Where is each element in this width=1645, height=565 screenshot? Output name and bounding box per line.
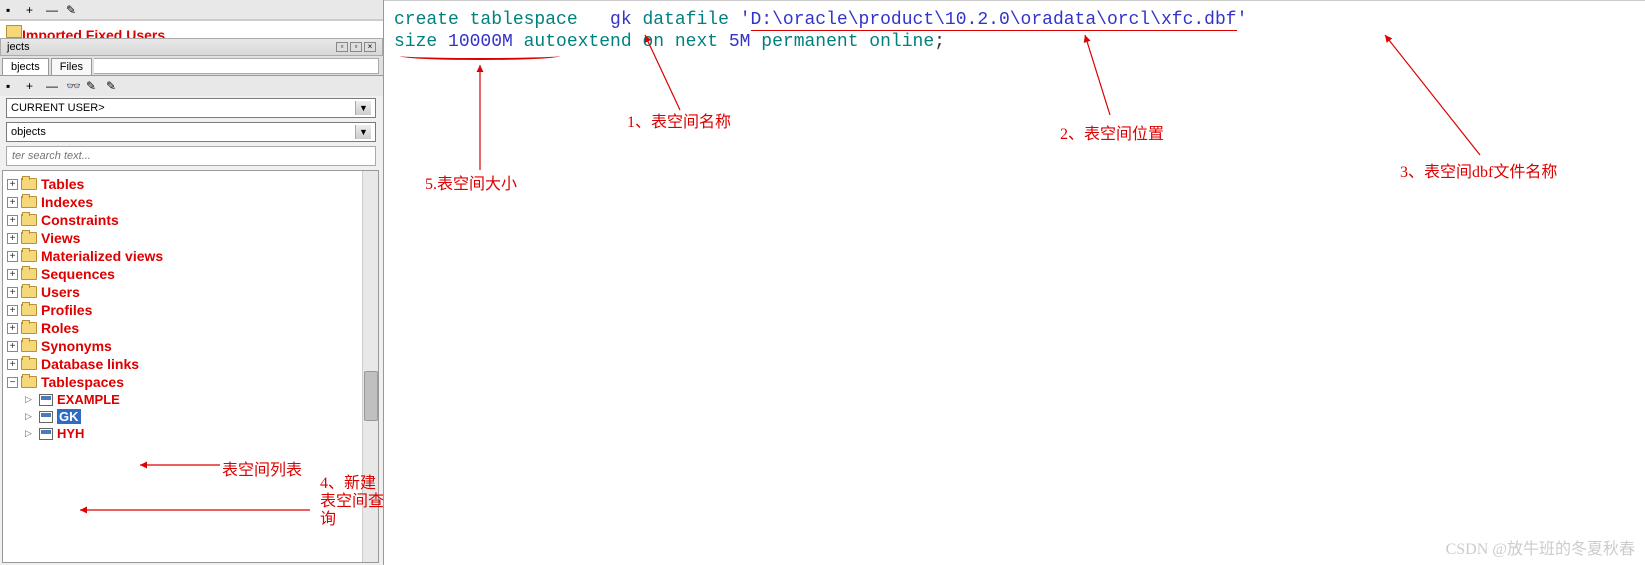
- toolbar-btn-4[interactable]: ✎: [66, 3, 80, 17]
- tree-item-gk[interactable]: ▷GK: [5, 408, 376, 425]
- search-input[interactable]: [6, 146, 376, 166]
- panel-pin-icon[interactable]: ▫: [336, 42, 348, 52]
- folder-icon: [21, 268, 37, 280]
- folder-icon: [21, 376, 37, 388]
- tab-files[interactable]: Files: [51, 58, 92, 75]
- sidebar-tabs: bjects Files: [0, 56, 383, 76]
- sidebar-panel: ▪ + — ✎ Imported Fixed Users jects ▫ ▫ ×…: [0, 0, 384, 565]
- sql-line-1: create tablespace gk datafile 'D:\oracle…: [394, 9, 1635, 31]
- tb2-btn-plus[interactable]: +: [26, 79, 40, 93]
- toolbar-btn-plus[interactable]: +: [26, 3, 40, 17]
- user-dropdown-value: CURRENT USER>: [11, 102, 105, 114]
- tree-item-matviews[interactable]: +Materialized views: [5, 247, 376, 265]
- panel-dock-icon[interactable]: ▫: [350, 42, 362, 52]
- tb2-btn-minus[interactable]: —: [46, 79, 60, 93]
- tree-item-profiles[interactable]: +Profiles: [5, 301, 376, 319]
- tree-item-hyh[interactable]: ▷HYH: [5, 425, 376, 442]
- tree-item-indexes[interactable]: +Indexes: [5, 193, 376, 211]
- sql-line-2: size 10000M autoextend on next 5M perman…: [394, 31, 1635, 53]
- tab-objects[interactable]: bjects: [2, 58, 49, 75]
- folder-icon: [21, 196, 37, 208]
- objects-toolbar: ▪ + — 👓 ✎ ✎: [0, 76, 383, 96]
- tb2-btn-6[interactable]: ✎: [106, 79, 120, 93]
- folder-icon: [21, 322, 37, 334]
- folder-icon: [21, 178, 37, 190]
- tree-item-views[interactable]: +Views: [5, 229, 376, 247]
- tree-item-dblinks[interactable]: +Database links: [5, 355, 376, 373]
- tree-item-users[interactable]: +Users: [5, 283, 376, 301]
- toolbar-btn-minus[interactable]: —: [46, 3, 60, 17]
- filter-dropdown-value: objects: [11, 126, 46, 138]
- tb2-btn-1[interactable]: ▪: [6, 79, 20, 93]
- user-dropdown[interactable]: CURRENT USER> ▼: [6, 98, 376, 118]
- folder-icon: [21, 358, 37, 370]
- tree-item-synonyms[interactable]: +Synonyms: [5, 337, 376, 355]
- panel-header: jects ▫ ▫ ×: [0, 38, 383, 56]
- chevron-down-icon: ▼: [355, 125, 371, 139]
- tree-item-constraints[interactable]: +Constraints: [5, 211, 376, 229]
- folder-icon: [21, 214, 37, 226]
- tree-item-example[interactable]: ▷EXAMPLE: [5, 391, 376, 408]
- folder-icon: [21, 286, 37, 298]
- tree-item-roles[interactable]: +Roles: [5, 319, 376, 337]
- top-toolbar: ▪ + — ✎: [0, 0, 383, 20]
- tree-item-tablespaces[interactable]: −Tablespaces: [5, 373, 376, 391]
- tablespace-icon: [39, 394, 53, 406]
- binoculars-icon[interactable]: 👓: [66, 79, 80, 93]
- tree-scrollbar[interactable]: [362, 171, 378, 562]
- toolbar-btn-1[interactable]: ▪: [6, 3, 20, 17]
- tree-item-cutoff[interactable]: Imported Fixed Users: [0, 20, 383, 38]
- folder-icon: [21, 250, 37, 262]
- tb2-btn-5[interactable]: ✎: [86, 79, 100, 93]
- tree-item-tables[interactable]: +Tables: [5, 175, 376, 193]
- watermark: CSDN @放牛班的冬夏秋春: [1446, 535, 1635, 559]
- folder-icon: [21, 232, 37, 244]
- filter-dropdown[interactable]: objects ▼: [6, 122, 376, 142]
- folder-icon: [21, 304, 37, 316]
- tablespace-icon: [39, 428, 53, 440]
- chevron-down-icon: ▼: [355, 101, 371, 115]
- tablespace-icon: [39, 411, 53, 423]
- panel-close-icon[interactable]: ×: [364, 42, 376, 52]
- tab-input[interactable]: [94, 58, 379, 74]
- panel-title: jects: [7, 41, 30, 53]
- folder-icon: [21, 340, 37, 352]
- tree-item-sequences[interactable]: +Sequences: [5, 265, 376, 283]
- sql-editor[interactable]: create tablespace gk datafile 'D:\oracle…: [384, 0, 1645, 565]
- object-tree[interactable]: +Tables +Indexes +Constraints +Views +Ma…: [2, 170, 379, 563]
